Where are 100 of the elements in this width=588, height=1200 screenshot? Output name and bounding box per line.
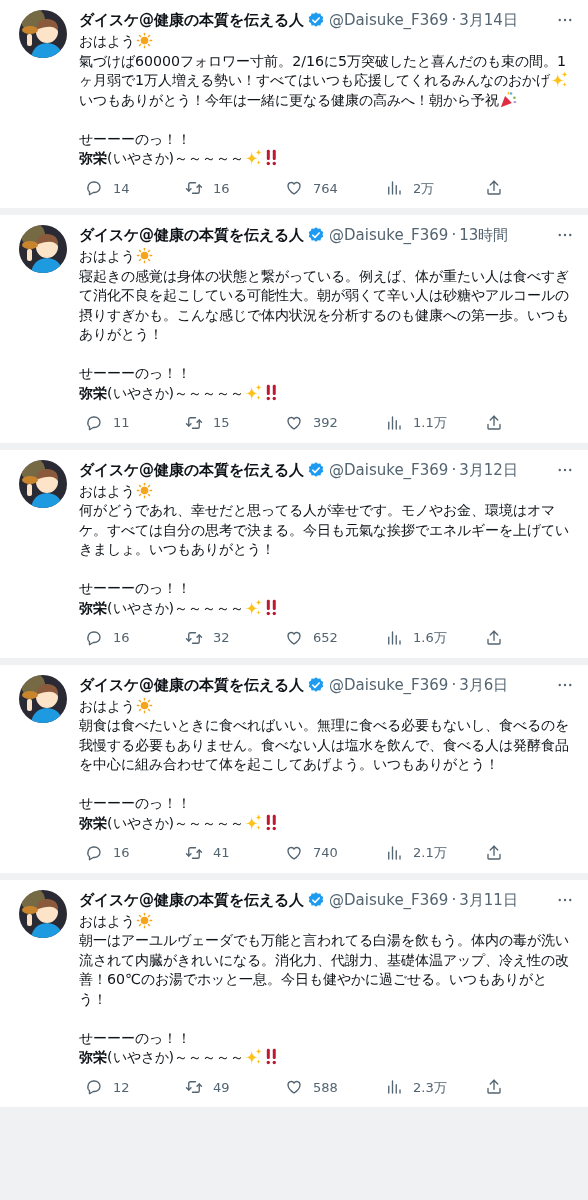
share-button[interactable] bbox=[485, 843, 503, 862]
tweet-card[interactable]: ダイスケ@健康の本質を伝える人 @Daisuke_F369 · 3月14日 おはよう 氣づけば60000フォロワー寸前。2/16に5万突破したと喜んだのも束の間。1ヶ月弱で1万人増える勢い！すべてはいつも応援してくれるみんなのおかげ いつもありがとう！今年は一緒に更なる健康の高みへ！朝から予祝 せーーーのっ！！ 弥栄(いやさか)～～～～～ 14 16 764 2万 bbox=[0, 0, 588, 208]
share-icon bbox=[485, 413, 503, 432]
bar-chart-icon bbox=[385, 843, 403, 862]
tweet-card[interactable]: ダイスケ@健康の本質を伝える人 @Daisuke_F369 · 3月12日 おはよう 何がどうであれ、幸せだと思ってる人が幸せです。モノやお金、環境はオマケ。すべては自分の思考で決まる。今日も元氣な挨拶でエネルギーを上げていきましょ。いつもありがとう！ せーーーのっ！！ 弥栄(いやさか)～～～～～ 16 32 652 1.6万 bbox=[0, 449, 588, 658]
share-icon bbox=[485, 843, 503, 862]
like-button[interactable]: 740 bbox=[285, 843, 385, 863]
sparkles-icon bbox=[245, 813, 263, 831]
views-button[interactable]: 1.1万 bbox=[385, 413, 485, 433]
share-button[interactable] bbox=[485, 413, 503, 432]
reply-icon bbox=[85, 1078, 103, 1097]
author-name[interactable]: ダイスケ@健康の本質を伝える人 bbox=[79, 889, 304, 910]
avatar[interactable] bbox=[19, 889, 67, 938]
avatar[interactable] bbox=[19, 225, 67, 273]
tweet-text: おはよう bbox=[79, 481, 571, 501]
tweet-text: せーーーのっ！！ bbox=[79, 1028, 192, 1048]
sparkles-icon bbox=[245, 383, 263, 401]
reply-icon bbox=[85, 179, 103, 198]
reply-icon bbox=[85, 843, 103, 862]
share-icon bbox=[485, 1078, 503, 1097]
reply-icon bbox=[85, 628, 103, 647]
tweet-text: おはよう bbox=[79, 247, 571, 267]
share-icon bbox=[485, 628, 503, 647]
tweet-text: 弥栄(いやさか)～～～～～ bbox=[79, 1048, 571, 1068]
like-button[interactable]: 652 bbox=[285, 628, 385, 648]
sun-icon bbox=[136, 247, 153, 264]
dot-separator: · bbox=[451, 225, 457, 245]
tweet-text: 弥栄(いやさか)～～～～～ bbox=[79, 813, 571, 833]
sun-icon bbox=[136, 481, 153, 499]
tweet-card[interactable]: ダイスケ@健康の本質を伝える人 @Daisuke_F369 · 3月6日 おはよう 朝食は食べたいときに食べればいい。無理に食べる必要もないし、食べるのを我慢する必要もありません。食べない人は塩水を飲んで、食べる人は発酵食品を中心に組み合わせて体を起こしてあげよう。いつもありがとう！ せーーーのっ！！ 弥栄(いやさか)～～～～～ 16 41 740 2.1万 bbox=[0, 664, 588, 873]
reply-button[interactable]: 14 bbox=[85, 178, 185, 198]
tweet-time[interactable]: 3月11日 bbox=[459, 889, 518, 910]
sun-icon bbox=[136, 696, 153, 714]
tweet-text: 朝食は食べたいときに食べればいい。無理に食べる必要もないし、食べるのを我慢する必要もありません。食べない人は塩水を飲んで、食べる人は発酵食品を中心に組み合わせて体を起こしてあげよう。いつもありがとう！ bbox=[79, 716, 570, 774]
tweet-text: 弥栄(いやさか)～～～～～ bbox=[79, 598, 571, 618]
tweet-text: 何がどうであれ、幸せだと思ってる人が幸せです。モノやお金、環境はオマケ。すべては自分の思考で決まる。今日も元氣な挨拶でエネルギーを上げていきましょ。いつもありがとう！ bbox=[79, 501, 570, 559]
tweet-text: 寝起きの感覚は身体の状態と繋がっている。例えば、体が重たい人は食べすぎて消化不良を起こしている可能性大。朝が弱くて辛い人は砂糖やアルコールの摂りすぎかも。こんな感じで体内状況を分析するのも健康への第一歩。いつもありがとう！ bbox=[79, 266, 570, 344]
tweet-time[interactable]: 3月14日 bbox=[459, 10, 518, 30]
dot-separator: · bbox=[451, 674, 457, 695]
sparkles-icon bbox=[551, 71, 569, 88]
views-button[interactable]: 2.3万 bbox=[385, 1077, 485, 1097]
reply-button[interactable]: 11 bbox=[85, 413, 185, 433]
sparkles-icon bbox=[245, 598, 263, 616]
tweet-text: 弥栄(いやさか)～～～～～ bbox=[79, 149, 571, 169]
tweet-text: 氣づけば60000フォロワー寸前。2/16に5万突破したと喜んだのも束の間。1ヶ月弱で1万人増える勢い！すべてはいつも応援してくれるみんなのおかげ いつもありがとう！今年は一緒に更なる健康の高みへ！朝から予祝 bbox=[79, 51, 570, 110]
dot-separator: · bbox=[451, 10, 457, 30]
share-button[interactable] bbox=[485, 1078, 503, 1097]
tweet-text: 弥栄(いやさか)～～～～～ bbox=[79, 383, 571, 403]
tweet-time[interactable]: 13時間 bbox=[459, 225, 509, 245]
author-handle[interactable]: @Daisuke_F369 bbox=[329, 889, 449, 910]
share-button[interactable] bbox=[485, 179, 503, 198]
share-button[interactable] bbox=[485, 628, 503, 647]
bar-chart-icon bbox=[385, 628, 403, 647]
repost-button[interactable]: 16 bbox=[185, 178, 285, 198]
sun-icon bbox=[136, 911, 153, 929]
author-name[interactable]: ダイスケ@健康の本質を伝える人 bbox=[79, 459, 304, 480]
tweet-text: せーーーのっ！！ bbox=[79, 364, 192, 383]
bar-chart-icon bbox=[385, 413, 403, 432]
author-handle[interactable]: @Daisuke_F369 bbox=[329, 10, 449, 30]
dot-separator: · bbox=[451, 889, 457, 910]
tweet-text: せーーーのっ！！ bbox=[79, 794, 192, 813]
tweet-time[interactable]: 3月12日 bbox=[459, 459, 518, 480]
sun-icon bbox=[136, 32, 153, 49]
author-handle[interactable]: @Daisuke_F369 bbox=[329, 674, 449, 695]
avatar[interactable] bbox=[19, 459, 67, 508]
repost-button[interactable]: 49 bbox=[185, 1077, 285, 1097]
author-name[interactable]: ダイスケ@健康の本質を伝える人 bbox=[79, 674, 304, 695]
sparkles-icon bbox=[245, 1048, 263, 1065]
share-icon bbox=[485, 179, 503, 198]
tweet-text: せーーーのっ！！ bbox=[79, 579, 192, 598]
views-button[interactable]: 1.6万 bbox=[385, 628, 485, 648]
reply-button[interactable]: 12 bbox=[85, 1077, 185, 1097]
tweet-text: おはよう bbox=[79, 32, 571, 52]
tweet-time[interactable]: 3月6日 bbox=[459, 674, 509, 695]
like-button[interactable]: 764 bbox=[285, 178, 385, 198]
like-button[interactable]: 588 bbox=[285, 1077, 385, 1097]
tweet-card[interactable]: ダイスケ@健康の本質を伝える人 @Daisuke_F369 · 3月11日 おはよう 朝一はアーユルヴェーダでも万能と言われてる白湯を飲もう。体内の毒が洗い流されて内臓がきれいになる。消化力、代謝力、基礎体温アップ、冷え性の改善！60℃のお湯でホッと一息。今日も健やかに過ごせる。いつもありがとう！ せーーーのっ！！ 弥栄(いやさか)～～～～～ 12 49 588 2.3万 bbox=[0, 879, 588, 1107]
party-popper-icon bbox=[500, 90, 517, 108]
reply-button[interactable]: 16 bbox=[85, 628, 185, 648]
reply-icon bbox=[85, 413, 103, 432]
tweet-card[interactable]: ダイスケ@健康の本質を伝える人 @Daisuke_F369 · 13時間 おはよう 寝起きの感覚は身体の状態と繋がっている。例えば、体が重たい人は食べすぎて消化不良を起こしている可能性大。朝が弱くて辛い人は砂糖やアルコールの摂りすぎかも。こんな感じで体内状況を分析するのも健康への第一歩。いつもありがとう！ せーーーのっ！！ 弥栄(いやさか)～～～～～ 11 15 392 1.1万 bbox=[0, 215, 588, 443]
dot-separator: · bbox=[451, 459, 457, 480]
avatar[interactable] bbox=[19, 674, 67, 723]
tweet-text: おはよう bbox=[79, 911, 571, 931]
author-handle[interactable]: @Daisuke_F369 bbox=[329, 459, 449, 480]
tweet-text: おはよう bbox=[79, 696, 571, 716]
tweet-text: せーーーのっ！！ bbox=[79, 129, 192, 149]
tweet-text: 朝一はアーユルヴェーダでも万能と言われてる白湯を飲もう。体内の毒が洗い流されて内臓がきれいになる。消化力、代謝力、基礎体温アップ、冷え性の改善！60℃のお湯でホッと一息。今日も健やかに過ごせる。いつもありがとう！ bbox=[79, 931, 570, 1009]
sparkles-icon bbox=[245, 149, 263, 166]
repost-button[interactable]: 32 bbox=[185, 628, 285, 648]
repost-button[interactable]: 41 bbox=[185, 843, 285, 863]
author-name[interactable]: ダイスケ@健康の本質を伝える人 bbox=[79, 10, 304, 30]
views-button[interactable]: 2万 bbox=[385, 178, 485, 198]
repost-button[interactable]: 15 bbox=[185, 413, 285, 433]
like-button[interactable]: 392 bbox=[285, 413, 385, 433]
author-handle[interactable]: @Daisuke_F369 bbox=[329, 225, 449, 245]
reply-button[interactable]: 16 bbox=[85, 843, 185, 863]
avatar[interactable] bbox=[19, 10, 67, 58]
views-button[interactable]: 2.1万 bbox=[385, 843, 485, 863]
author-name[interactable]: ダイスケ@健康の本質を伝える人 bbox=[79, 225, 304, 245]
